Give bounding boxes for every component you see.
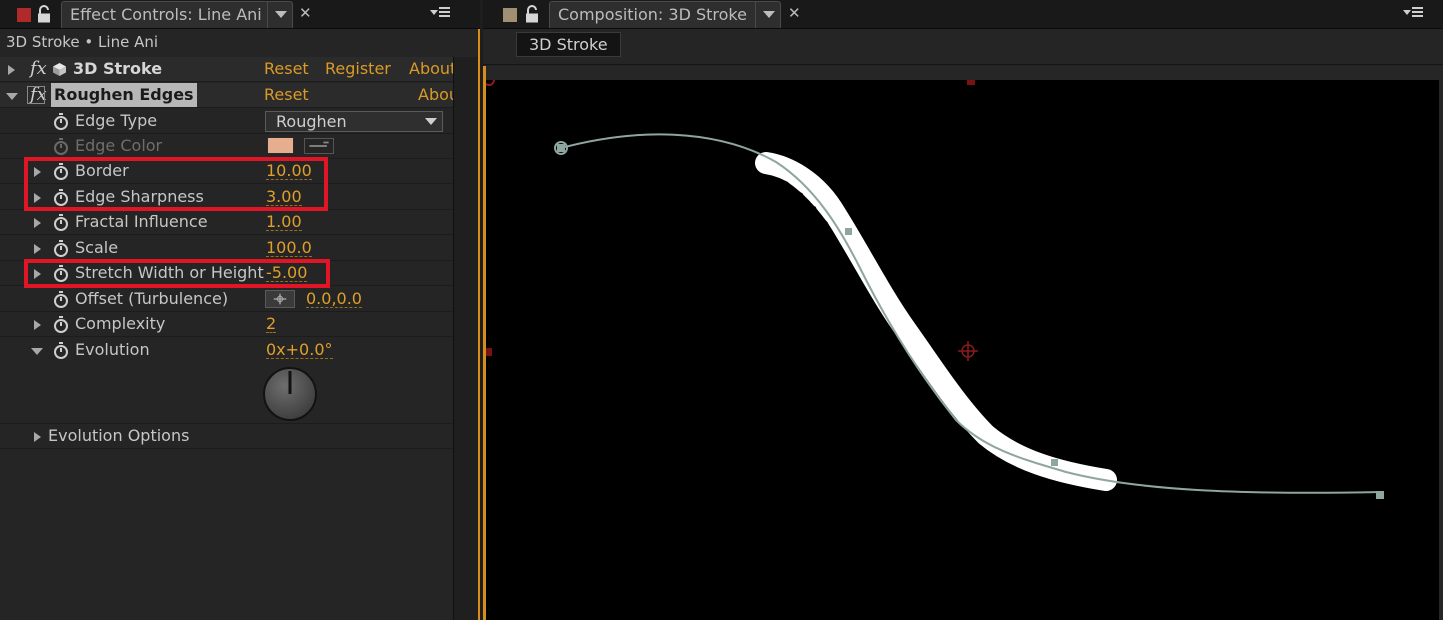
- effect-row-3d-stroke[interactable]: fx 3D Stroke Reset Register About: [0, 57, 456, 82]
- scale-value[interactable]: 100.0: [266, 236, 312, 257]
- path-vertex[interactable]: [1376, 491, 1384, 499]
- active-panel-border: [478, 29, 480, 620]
- param-label: Fractal Influence: [75, 212, 208, 231]
- close-icon[interactable]: ✕: [299, 3, 312, 23]
- highlight-box-stretch: [24, 259, 330, 288]
- param-label: Evolution: [75, 340, 150, 359]
- tab-effect-controls[interactable]: Effect Controls: Line Ani: [61, 1, 293, 28]
- composition-tabbar: Composition: 3D Stroke ✕: [483, 0, 1443, 29]
- tab-composition[interactable]: Composition: 3D Stroke: [549, 1, 781, 28]
- composition-panel: Composition: 3D Stroke ✕ 3D Stroke: [483, 0, 1443, 620]
- layer-handle[interactable]: [483, 74, 495, 86]
- composition-viewer[interactable]: [483, 66, 1443, 620]
- stroke-artwork[interactable]: [483, 74, 1439, 620]
- chevron-down-icon: [425, 118, 437, 125]
- path-vertex[interactable]: [1051, 459, 1058, 466]
- stopwatch-icon[interactable]: [53, 214, 69, 231]
- complexity-value[interactable]: 2: [266, 312, 277, 333]
- edge-color-swatch[interactable]: [267, 137, 294, 154]
- eyedropper-icon[interactable]: [304, 138, 334, 154]
- param-row-edge-color: Edge Color: [0, 134, 453, 159]
- crosshair-picker-icon[interactable]: [265, 290, 295, 308]
- fx-toggle-box: [27, 86, 45, 104]
- expand-triangle-icon[interactable]: [34, 244, 41, 254]
- tab-dropdown-icon[interactable]: [755, 1, 781, 28]
- fx-icon[interactable]: fx: [30, 57, 47, 81]
- param-row-evolution-options[interactable]: Evolution Options: [0, 424, 453, 449]
- reset-link[interactable]: Reset: [264, 57, 309, 81]
- param-label: Edge Type: [75, 111, 158, 130]
- stopwatch-icon[interactable]: [53, 240, 69, 257]
- path-vertex[interactable]: [845, 228, 852, 235]
- composition-navigator: 3D Stroke: [483, 29, 1443, 65]
- offset-value[interactable]: 0.0,0.0: [306, 287, 362, 308]
- expand-triangle-icon[interactable]: [8, 65, 15, 75]
- stopwatch-icon[interactable]: [53, 291, 69, 308]
- layer-handle[interactable]: [486, 348, 492, 356]
- param-label: Complexity: [75, 314, 166, 333]
- param-label: Scale: [75, 238, 119, 257]
- lock-icon[interactable]: [36, 5, 52, 23]
- collapse-triangle-icon[interactable]: [6, 93, 18, 100]
- stopwatch-icon[interactable]: [53, 316, 69, 333]
- mask-path[interactable]: [560, 133, 1382, 494]
- layer-handle[interactable]: [967, 77, 975, 85]
- close-icon[interactable]: ✕: [788, 3, 801, 23]
- tab-effect-controls-label: Effect Controls: Line Ani: [70, 5, 262, 24]
- expand-triangle-icon[interactable]: [34, 432, 41, 442]
- scrollbar[interactable]: [453, 57, 479, 620]
- edge-type-value: Roughen: [276, 112, 347, 131]
- stopwatch-icon[interactable]: [53, 138, 69, 155]
- stopwatch-icon[interactable]: [53, 113, 69, 130]
- tab-composition-label: Composition: 3D Stroke: [558, 5, 747, 24]
- cube-icon: [53, 63, 66, 76]
- comp-canvas[interactable]: [483, 74, 1439, 620]
- panel-menu-icon[interactable]: [1403, 4, 1425, 22]
- param-label: Offset (Turbulence): [75, 289, 229, 308]
- comp-breadcrumb-chip[interactable]: 3D Stroke: [516, 32, 621, 57]
- collapse-triangle-icon[interactable]: [31, 348, 43, 355]
- lock-icon[interactable]: [524, 5, 540, 23]
- register-link[interactable]: Register: [325, 57, 391, 81]
- param-row-edge-type: Edge Type Roughen: [0, 109, 453, 134]
- param-label: Evolution Options: [48, 426, 190, 445]
- reset-link[interactable]: Reset: [264, 83, 309, 107]
- highlight-box-border-sharpness: [24, 157, 328, 211]
- param-row-fractal-influence: Fractal Influence 1.00: [0, 210, 453, 235]
- param-row-complexity: Complexity 2: [0, 312, 453, 337]
- fractal-influence-value[interactable]: 1.00: [266, 210, 302, 231]
- evolution-value[interactable]: 0x+0.0°: [266, 338, 333, 359]
- roughened-stroke: [755, 152, 1117, 491]
- param-label: Edge Color: [75, 136, 163, 155]
- effect-controls-panel: Effect Controls: Line Ani ✕ 3D Stroke • …: [0, 0, 480, 620]
- evolution-dial[interactable]: [262, 366, 318, 422]
- panel-label-swatch[interactable]: [17, 8, 31, 22]
- tab-dropdown-icon[interactable]: [267, 1, 293, 28]
- param-row-evolution: Evolution 0x+0.0°: [0, 338, 453, 424]
- expand-triangle-icon[interactable]: [34, 218, 41, 228]
- panel-label-swatch[interactable]: [503, 8, 517, 22]
- viewer-edge-highlight: [483, 66, 486, 620]
- path-vertex[interactable]: [557, 144, 565, 152]
- expand-triangle-icon[interactable]: [34, 320, 41, 330]
- roughened-stroke-edge: [769, 161, 1118, 485]
- effect-row-roughen-edges[interactable]: fx Roughen Edges Reset Abou: [0, 83, 459, 108]
- stopwatch-icon[interactable]: [53, 342, 69, 359]
- param-row-scale: Scale 100.0: [0, 236, 453, 261]
- effect-target-label: 3D Stroke • Line Ani: [6, 33, 159, 51]
- anchor-point-icon[interactable]: [958, 341, 978, 361]
- edge-type-select[interactable]: Roughen: [265, 111, 443, 132]
- effect-name: 3D Stroke: [73, 59, 163, 78]
- panel-menu-icon[interactable]: [430, 4, 452, 22]
- about-link[interactable]: About: [409, 57, 456, 81]
- param-row-offset: Offset (Turbulence) 0.0,0.0: [0, 287, 453, 312]
- effect-controls-tabbar: Effect Controls: Line Ani ✕: [0, 0, 480, 29]
- effect-name: Roughen Edges: [51, 83, 197, 107]
